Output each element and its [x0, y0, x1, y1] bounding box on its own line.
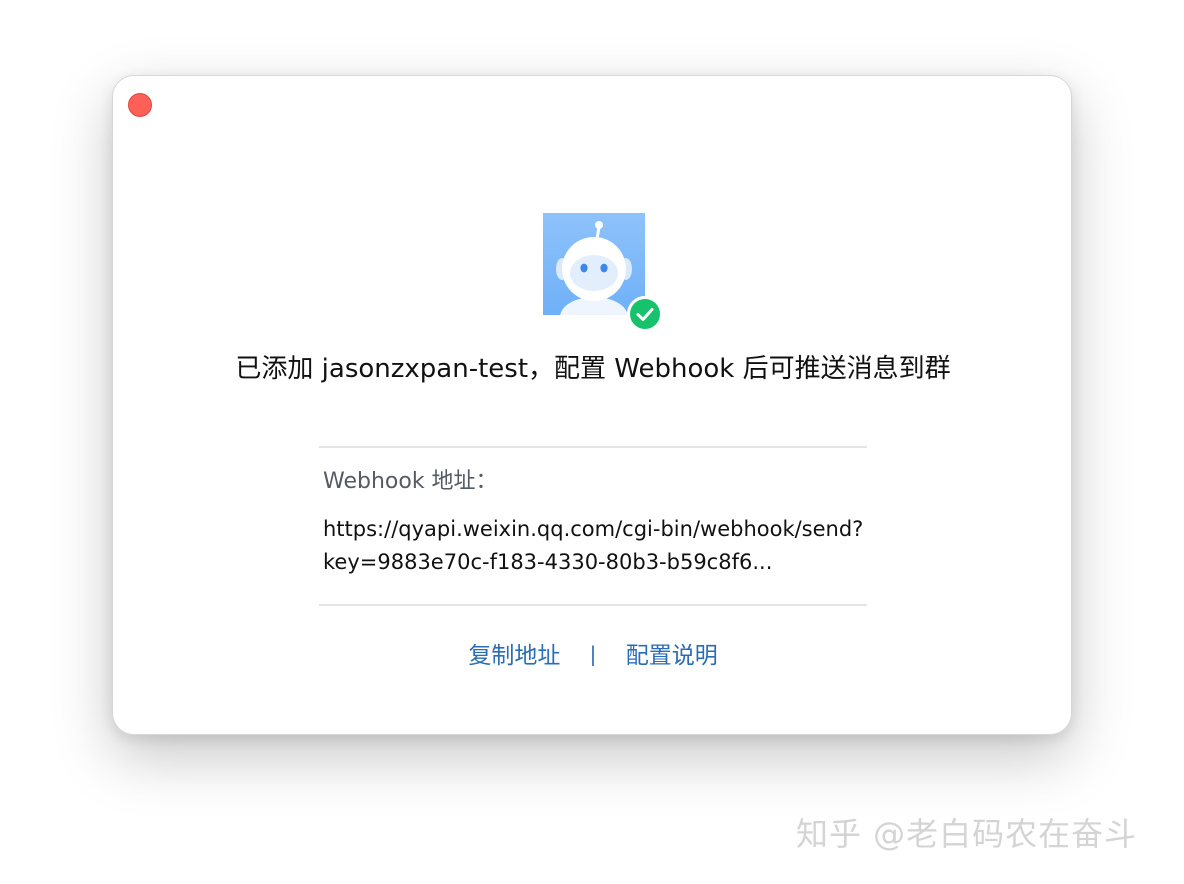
webhook-label: Webhook 地址： [323, 469, 498, 494]
check-icon [636, 308, 654, 321]
copy-address-link[interactable]: 复制地址 [468, 643, 560, 669]
added-message: 已添加 jasonzxpan-test，配置 Webhook 后可推送消息到群 [235, 354, 951, 384]
action-links: 复制地址 | 配置说明 [113, 639, 1073, 673]
screen: 已添加 jasonzxpan-test，配置 Webhook 后可推送消息到群 … [0, 0, 1184, 884]
config-help-link[interactable]: 配置说明 [626, 643, 718, 669]
webhook-url[interactable]: https://qyapi.weixin.qq.com/cgi-bin/webh… [323, 513, 868, 579]
link-separator: | [589, 642, 597, 666]
bot-avatar [543, 213, 663, 332]
bottom-divider [319, 604, 867, 606]
watermark: 知乎 @老白码农在奋斗 [796, 815, 1138, 853]
webhook-dialog: 已添加 jasonzxpan-test，配置 Webhook 后可推送消息到群 … [112, 75, 1072, 735]
top-divider [319, 446, 867, 448]
success-badge [627, 296, 663, 332]
close-button[interactable] [128, 93, 152, 117]
